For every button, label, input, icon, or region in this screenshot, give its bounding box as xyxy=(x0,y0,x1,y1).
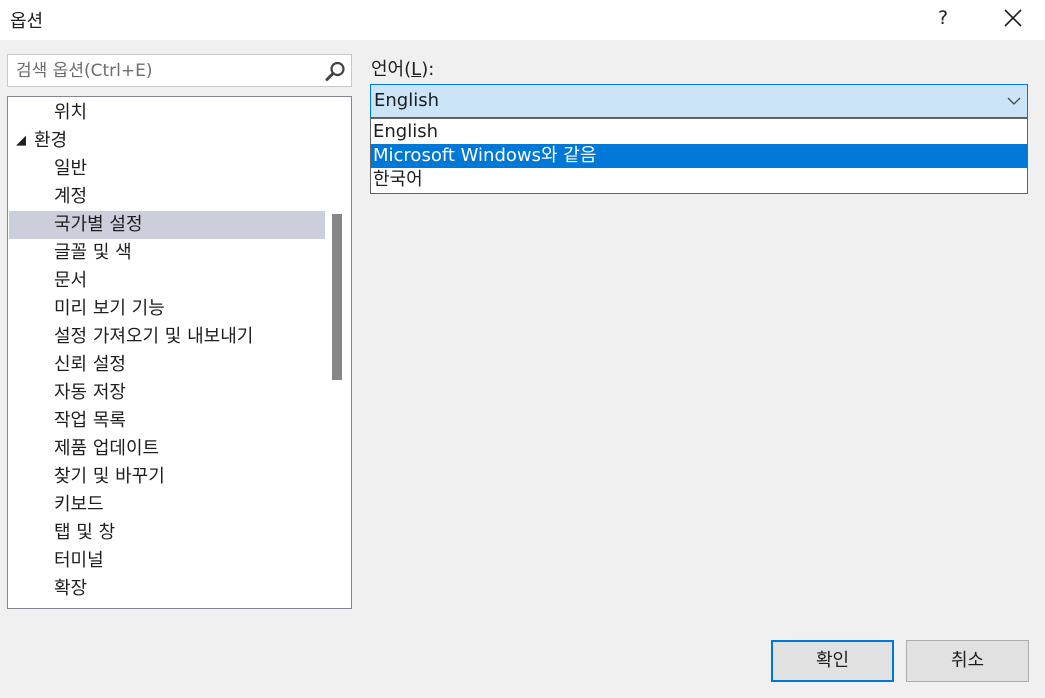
tree-item-environment[interactable]: ◢ 환경 xyxy=(9,127,325,155)
language-label-prefix: 언어( xyxy=(371,59,412,80)
options-tree: 위치 ◢ 환경 일반 계정 국가별 설정 글꼴 및 색 문서 미리 보기 기능 설… xyxy=(7,96,352,609)
tree-item-general[interactable]: 일반 xyxy=(9,155,325,183)
tree-item-preview-features[interactable]: 미리 보기 기능 xyxy=(9,295,325,323)
tree-item-accounts[interactable]: 계정 xyxy=(9,183,325,211)
tree-item-label: 작업 목록 xyxy=(54,410,126,431)
tree-item-keyboard[interactable]: 키보드 xyxy=(9,491,325,519)
tree-item-fonts-colors[interactable]: 글꼴 및 색 xyxy=(9,239,325,267)
dialog-title: 옵션 xyxy=(10,11,44,32)
title-bar: 옵션 ? xyxy=(0,0,1045,40)
language-label-accesskey: L xyxy=(411,59,422,80)
tree-item-label: 자동 저장 xyxy=(54,382,126,403)
tree-item-label: 탭 및 창 xyxy=(54,522,116,543)
tree-item-label: 문서 xyxy=(54,270,88,291)
tree-item-label: 터미널 xyxy=(54,550,104,571)
language-option-korean[interactable]: 한국어 xyxy=(371,168,1027,192)
tree-item-task-list[interactable]: 작업 목록 xyxy=(9,407,325,435)
tree-item-label: 글꼴 및 색 xyxy=(54,242,132,263)
tree-item-trust-settings[interactable]: 신뢰 설정 xyxy=(9,351,325,379)
tree-item-terminal[interactable]: 터미널 xyxy=(9,547,325,575)
tree-item-label: 확장 xyxy=(54,578,88,599)
language-label: 언어(L): xyxy=(371,55,434,81)
tree-item-label: 미리 보기 기능 xyxy=(54,298,165,319)
help-button[interactable]: ? xyxy=(920,0,966,36)
tree-item-label: 일반 xyxy=(54,158,88,179)
tree-item-label: 제품 업데이트 xyxy=(54,438,160,459)
close-icon xyxy=(1004,9,1022,27)
tree-item-label: 키보드 xyxy=(54,494,104,515)
tree-item-import-export-settings[interactable]: 설정 가져오기 및 내보내기 xyxy=(9,323,325,351)
tree-item-tabs-windows[interactable]: 탭 및 창 xyxy=(9,519,325,547)
search-icon[interactable] xyxy=(324,60,348,82)
expand-triangle-icon[interactable]: ◢ xyxy=(16,127,26,155)
tree-item-product-updates[interactable]: 제품 업데이트 xyxy=(9,435,325,463)
cancel-button[interactable]: 취소 xyxy=(906,640,1029,682)
tree-item-extensions[interactable]: 확장 xyxy=(9,575,325,603)
scrollbar-thumb[interactable] xyxy=(332,214,342,380)
tree-item-label: 찾기 및 바꾸기 xyxy=(54,466,165,487)
tree-item-location[interactable]: 위치 xyxy=(9,99,325,127)
tree-item-label: 설정 가져오기 및 내보내기 xyxy=(54,326,254,347)
tree-item-label: 위치 xyxy=(54,102,88,123)
ok-button[interactable]: 확인 xyxy=(771,640,894,682)
language-label-suffix: ): xyxy=(421,59,435,80)
language-combobox[interactable]: English xyxy=(370,84,1028,118)
tree-item-label: 환경 xyxy=(34,130,68,151)
search-box xyxy=(7,54,352,87)
tree-item-autosave[interactable]: 자동 저장 xyxy=(9,379,325,407)
tree-item-label: 국가별 설정 xyxy=(54,214,143,235)
tree-scrollbar[interactable] xyxy=(326,97,351,608)
tree-item-international-settings[interactable]: 국가별 설정 xyxy=(9,211,325,239)
language-dropdown-list: English Microsoft Windows와 같음 한국어 xyxy=(370,118,1028,194)
language-option-english[interactable]: English xyxy=(371,120,1027,144)
options-dialog: 옵션 ? 위치 ◢ 환경 일반 계정 국가별 설정 글꼴 및 색 문서 미리 보기… xyxy=(0,0,1045,698)
tree-item-documents[interactable]: 문서 xyxy=(9,267,325,295)
tree-item-find-replace[interactable]: 찾기 및 바꾸기 xyxy=(9,463,325,491)
search-input[interactable] xyxy=(8,55,318,86)
tree-item-label: 신뢰 설정 xyxy=(54,354,126,375)
language-option-same-as-windows[interactable]: Microsoft Windows와 같음 xyxy=(371,144,1027,168)
chevron-down-icon[interactable] xyxy=(1007,96,1021,106)
close-button[interactable] xyxy=(990,0,1036,36)
tree-item-label: 계정 xyxy=(54,186,88,207)
language-selected-value: English xyxy=(374,90,439,111)
